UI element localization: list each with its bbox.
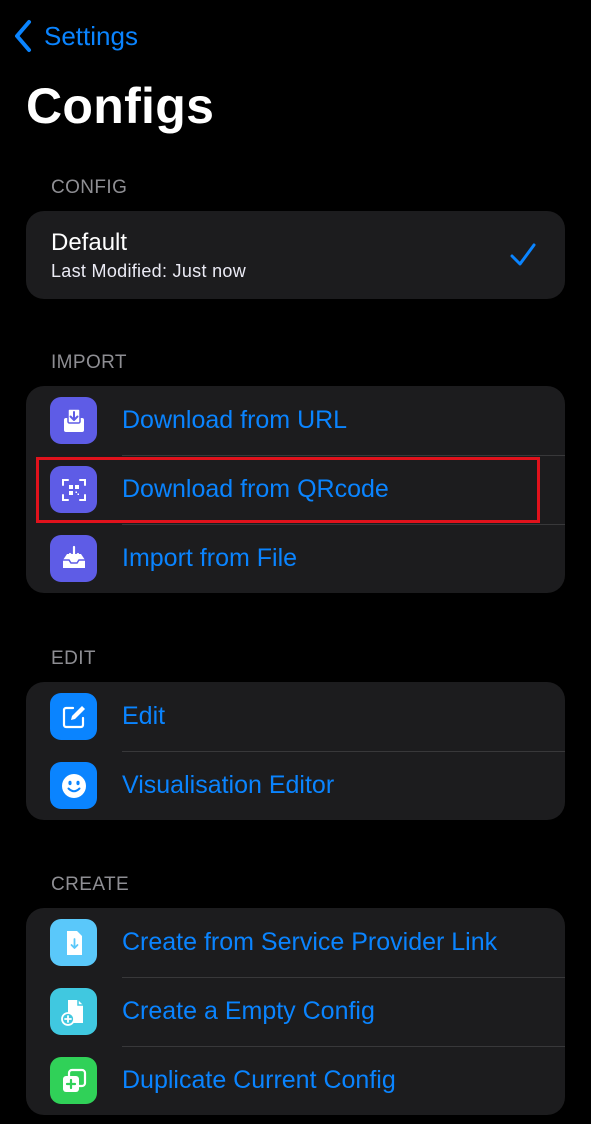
edit-row[interactable]: Edit bbox=[26, 682, 565, 751]
duplicate-current-config-label: Duplicate Current Config bbox=[122, 1066, 396, 1094]
import-from-file-row[interactable]: Import from File bbox=[26, 524, 565, 593]
configs-screen: Settings Configs CONFIG Default Last Mod… bbox=[0, 0, 591, 1124]
chevron-left-icon bbox=[15, 20, 31, 52]
duplicate-icon bbox=[50, 1057, 97, 1104]
edit-label: Edit bbox=[122, 702, 166, 730]
config-last-modified: Last Modified: Just now bbox=[51, 261, 246, 281]
section-header-import: IMPORT bbox=[51, 352, 127, 373]
create-empty-config-label: Create a Empty Config bbox=[122, 997, 375, 1025]
download-tray-icon bbox=[50, 397, 97, 444]
section-header-edit: EDIT bbox=[51, 648, 96, 669]
import-tray-icon bbox=[50, 535, 97, 582]
import-group: Download from URL Download from QRcode I… bbox=[26, 386, 565, 593]
download-from-qrcode-row[interactable]: Download from QRcode bbox=[26, 455, 565, 524]
section-header-config: CONFIG bbox=[51, 177, 128, 198]
new-document-icon bbox=[50, 988, 97, 1035]
smiley-face-icon bbox=[50, 762, 97, 809]
duplicate-current-config-row[interactable]: Duplicate Current Config bbox=[26, 1046, 565, 1115]
create-from-service-provider-row[interactable]: Create from Service Provider Link bbox=[26, 908, 565, 977]
checkmark-icon bbox=[510, 243, 536, 266]
qrcode-scan-icon bbox=[50, 466, 97, 513]
config-group: Default Last Modified: Just now bbox=[26, 211, 565, 299]
config-item-default[interactable]: Default Last Modified: Just now bbox=[26, 211, 565, 299]
visualisation-editor-label: Visualisation Editor bbox=[122, 771, 335, 799]
section-header-create: CREATE bbox=[51, 874, 130, 895]
download-from-url-row[interactable]: Download from URL bbox=[26, 386, 565, 455]
back-label: Settings bbox=[44, 20, 138, 51]
back-button[interactable]: Settings bbox=[12, 14, 138, 58]
config-name: Default bbox=[51, 229, 128, 256]
page-title: Configs bbox=[26, 78, 215, 134]
download-from-qrcode-label: Download from QRcode bbox=[122, 475, 389, 503]
pencil-square-icon bbox=[50, 693, 97, 740]
create-from-service-provider-label: Create from Service Provider Link bbox=[122, 928, 498, 956]
edit-group: Edit Visualisation Editor bbox=[26, 682, 565, 820]
document-download-icon bbox=[50, 919, 97, 966]
create-empty-config-row[interactable]: Create a Empty Config bbox=[26, 977, 565, 1046]
visualisation-editor-row[interactable]: Visualisation Editor bbox=[26, 751, 565, 820]
import-from-file-label: Import from File bbox=[122, 544, 298, 572]
create-group: Create from Service Provider Link Create… bbox=[26, 908, 565, 1115]
download-from-url-label: Download from URL bbox=[122, 406, 348, 434]
